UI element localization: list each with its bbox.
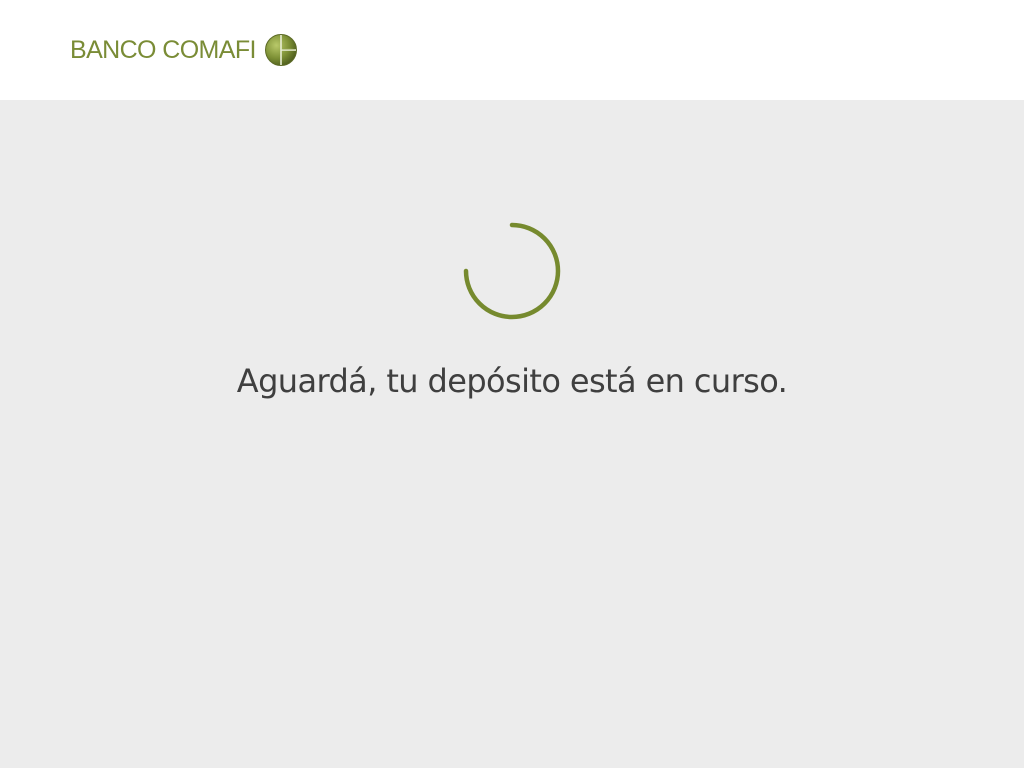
globe-icon — [264, 34, 297, 66]
loading-spinner-icon — [463, 222, 561, 320]
page: BANCO COMAFI Aguardá, tu depósito está e… — [0, 0, 1024, 768]
logo-text: BANCO COMAFI — [70, 35, 256, 64]
deposit-status-message: Aguardá, tu depósito está en curso. — [236, 362, 788, 400]
bank-logo[interactable]: BANCO COMAFI — [70, 31, 298, 69]
main-content: Aguardá, tu depósito está en curso. — [0, 100, 1024, 768]
header: BANCO COMAFI — [0, 0, 1024, 100]
